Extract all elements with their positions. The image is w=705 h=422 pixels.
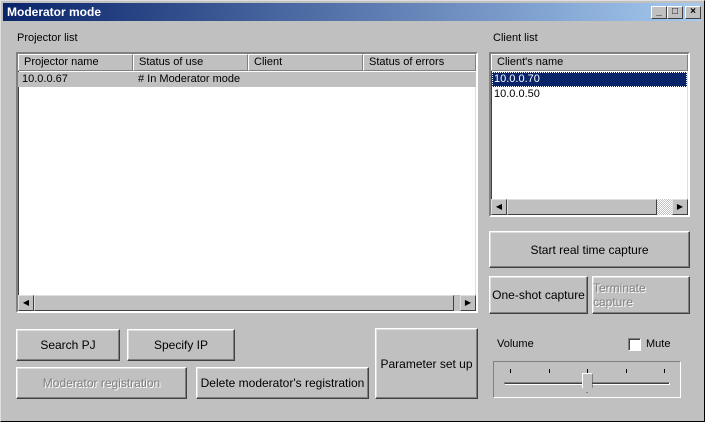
- close-button[interactable]: ×: [685, 6, 701, 19]
- client-row[interactable]: 10.0.0.50: [492, 87, 687, 102]
- column-header-projector-name[interactable]: Projector name: [18, 54, 133, 71]
- column-header-client-name[interactable]: Client's name: [491, 54, 688, 71]
- moderator-window: Moderator mode _ □ × Projector list Proj…: [0, 0, 705, 422]
- volume-slider-thumb[interactable]: [581, 373, 593, 393]
- arrow-right-icon: ▶: [464, 298, 472, 307]
- column-header-status-of-errors[interactable]: Status of errors: [363, 54, 476, 71]
- volume-slider[interactable]: [493, 361, 681, 398]
- client-name: 10.0.0.50: [494, 88, 540, 100]
- scroll-track[interactable]: [657, 199, 672, 215]
- column-header-status-of-use[interactable]: Status of use: [133, 54, 248, 71]
- search-pj-button[interactable]: Search PJ: [16, 329, 120, 361]
- client-list-label: Client list: [493, 32, 538, 44]
- column-header-client[interactable]: Client: [248, 54, 363, 71]
- arrow-left-icon: ◀: [495, 202, 503, 211]
- scroll-thumb[interactable]: [34, 295, 454, 311]
- scroll-right-button[interactable]: ▶: [460, 295, 476, 311]
- slider-tick: [587, 369, 588, 373]
- slider-tick: [664, 369, 665, 373]
- scroll-right-button[interactable]: ▶: [672, 199, 688, 215]
- minimize-icon: _: [656, 6, 662, 17]
- specify-ip-button[interactable]: Specify IP: [127, 329, 235, 361]
- scroll-thumb[interactable]: [507, 199, 657, 215]
- scroll-left-button[interactable]: ◀: [491, 199, 507, 215]
- projector-list-label: Projector list: [17, 32, 78, 44]
- arrow-left-icon: ◀: [22, 298, 30, 307]
- window-title: Moderator mode: [7, 5, 102, 19]
- projector-list[interactable]: Projector name Status of use Client Stat…: [16, 52, 478, 313]
- slider-tick: [549, 369, 550, 373]
- start-real-time-capture-button[interactable]: Start real time capture: [489, 231, 690, 268]
- scroll-left-button[interactable]: ◀: [18, 295, 34, 311]
- mute-label[interactable]: Mute: [646, 338, 670, 350]
- close-icon: ×: [690, 6, 696, 17]
- one-shot-capture-button[interactable]: One-shot capture: [489, 276, 588, 314]
- client-row-selected[interactable]: 10.0.0.70: [492, 72, 687, 87]
- moderator-registration-button[interactable]: Moderator registration: [16, 367, 187, 399]
- maximize-icon: □: [671, 6, 679, 17]
- client-name: 10.0.0.70: [494, 73, 540, 85]
- mute-checkbox[interactable]: [628, 338, 641, 351]
- title-bar[interactable]: Moderator mode _ □ ×: [3, 3, 702, 21]
- arrow-right-icon: ▶: [676, 202, 684, 211]
- parameter-set-up-button[interactable]: Parameter set up: [375, 328, 478, 399]
- delete-moderator-registration-button[interactable]: Delete moderator's registration: [196, 367, 369, 399]
- slider-tick: [510, 369, 511, 373]
- minimize-button[interactable]: _: [651, 6, 667, 19]
- client-list[interactable]: Client's name 10.0.0.70 10.0.0.50 ◀ ▶: [489, 52, 690, 217]
- maximize-button[interactable]: □: [667, 6, 683, 19]
- volume-label: Volume: [497, 338, 534, 350]
- cell-projector-name: 10.0.0.67: [22, 73, 68, 85]
- client-horizontal-scrollbar[interactable]: ◀ ▶: [491, 199, 688, 215]
- projector-horizontal-scrollbar[interactable]: ◀ ▶: [18, 295, 476, 311]
- terminate-capture-button[interactable]: Terminate capture: [592, 276, 690, 314]
- cell-status-of-use: # In Moderator mode: [138, 73, 241, 85]
- table-row[interactable]: 10.0.0.67 # In Moderator mode: [18, 72, 476, 87]
- slider-tick: [626, 369, 627, 373]
